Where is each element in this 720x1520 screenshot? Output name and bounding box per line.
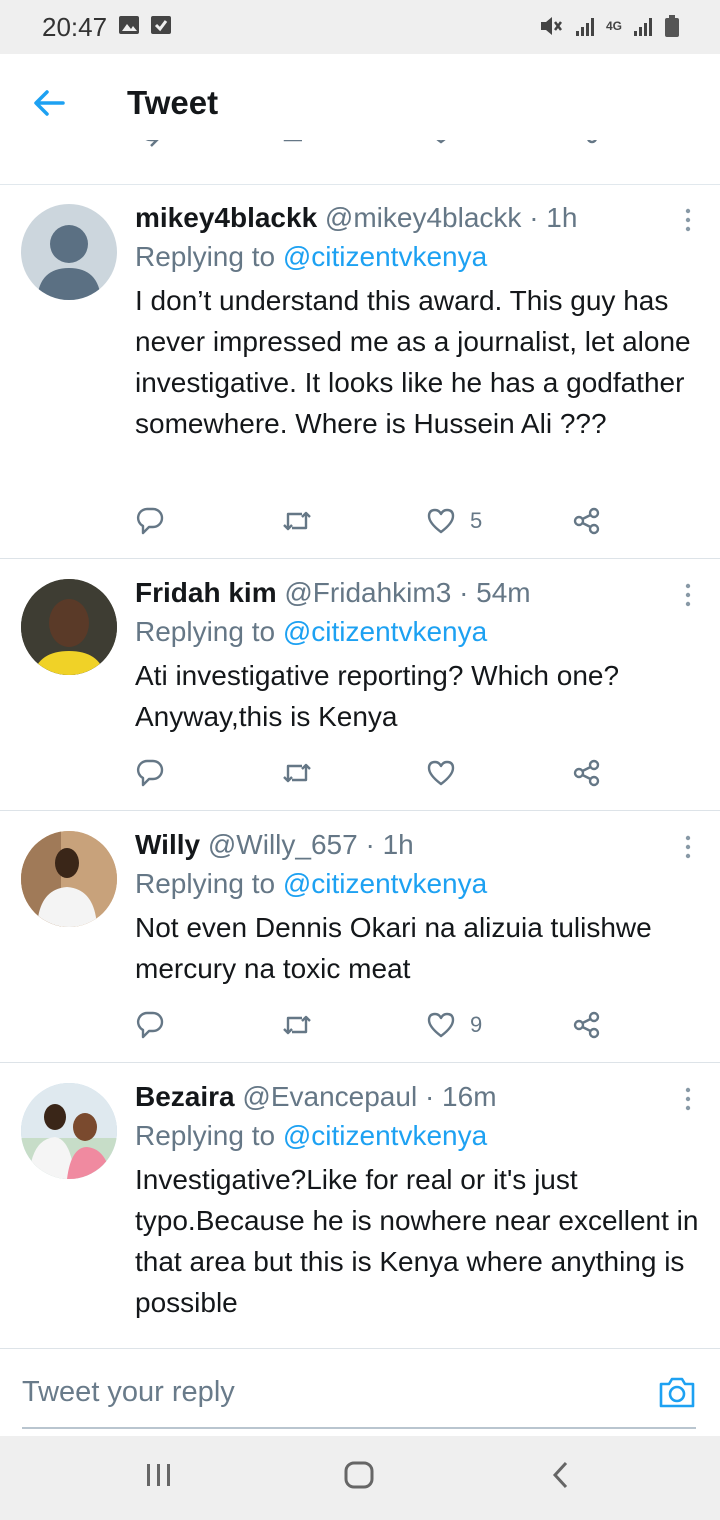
reply-icon[interactable]: [135, 1010, 165, 1040]
share-icon[interactable]: [572, 758, 602, 788]
retweet-icon[interactable]: [280, 758, 314, 788]
status-time: 20:47: [42, 12, 108, 42]
tweet-actions: 9: [135, 1010, 615, 1044]
avatar-fridah[interactable]: [21, 579, 117, 675]
replying-to: Replying to @citizentvkenya: [135, 863, 705, 905]
replying-to: Replying to @citizentvkenya: [135, 1115, 705, 1157]
author-name[interactable]: Bezaira: [135, 1081, 235, 1112]
author-name[interactable]: Willy: [135, 829, 200, 860]
share-icon[interactable]: [572, 506, 602, 536]
reply-composer[interactable]: Tweet your reply: [0, 1348, 720, 1437]
signal-icon: [575, 18, 594, 36]
system-nav-bar: [0, 1436, 720, 1520]
like-icon[interactable]: [426, 140, 456, 150]
replying-prefix: Replying to: [135, 1120, 276, 1151]
replying-to: Replying to @citizentvkenya: [135, 236, 705, 278]
author-handle[interactable]: @Willy_657: [208, 829, 358, 860]
app-header: Tweet: [0, 54, 720, 154]
back-arrow-icon[interactable]: [32, 88, 66, 118]
author-name[interactable]: Fridah kim: [135, 577, 277, 608]
profile-photo: [21, 831, 117, 927]
page-title: Tweet: [127, 84, 219, 121]
reply-handle-link[interactable]: @citizentvkenya: [283, 1120, 487, 1151]
default-avatar-icon: [37, 225, 101, 300]
more-icon[interactable]: [684, 583, 692, 607]
reply-icon[interactable]: [135, 140, 167, 150]
author-handle[interactable]: @mikey4blackk: [325, 202, 521, 233]
check-notification-icon: [151, 16, 171, 34]
tweet-text: Ati investigative reporting? Which one? …: [135, 660, 620, 732]
replying-prefix: Replying to: [135, 868, 276, 899]
more-icon[interactable]: [684, 835, 692, 859]
status-bar: 20:47 4G: [0, 0, 720, 54]
input-underline: [22, 1427, 696, 1429]
reply-handle-link[interactable]: @citizentvkenya: [283, 616, 487, 647]
tweet-4[interactable]: Bezaira @Evancepaul · 16m Replying to @c…: [0, 1063, 720, 1347]
share-icon[interactable]: [572, 1010, 602, 1040]
tweet-actions: 5: [135, 506, 615, 540]
battery-icon: [665, 15, 679, 37]
tweet-header: Bezaira @Evancepaul · 16m: [135, 1079, 705, 1115]
tweet-text: Investigative?Like for real or it's just…: [135, 1164, 699, 1318]
recents-icon[interactable]: [144, 1460, 174, 1490]
avatar-willy[interactable]: [21, 831, 117, 927]
like-count: 9: [470, 1012, 483, 1037]
tweet-time: · 16m: [424, 1081, 497, 1112]
mute-icon: [540, 17, 562, 35]
like-icon[interactable]: [426, 1010, 456, 1040]
signal-icon-2: [634, 18, 652, 36]
tweet-text: I don’t understand this award. This guy …: [135, 285, 691, 439]
tweet-header: mikey4blackk @mikey4blackk · 1h: [135, 200, 705, 236]
tweet-header: Willy @Willy_657 · 1h: [135, 827, 705, 863]
retweet-icon[interactable]: [280, 140, 314, 150]
retweet-icon[interactable]: [280, 1010, 314, 1040]
replying-prefix: Replying to: [135, 241, 276, 272]
tweet-actions: [135, 758, 615, 792]
back-icon[interactable]: [550, 1460, 572, 1490]
reply-handle-link[interactable]: @citizentvkenya: [283, 868, 487, 899]
author-name[interactable]: mikey4blackk: [135, 202, 317, 233]
avatar-bezaira[interactable]: [21, 1083, 117, 1179]
reply-icon[interactable]: [135, 506, 165, 536]
like-icon[interactable]: [426, 758, 456, 788]
like-icon[interactable]: [426, 506, 456, 536]
tweet-time: · 1h: [529, 202, 578, 233]
profile-photo: [21, 1083, 117, 1179]
tweet-1[interactable]: mikey4blackk @mikey4blackk · 1h Replying…: [0, 184, 720, 559]
profile-photo: [21, 579, 117, 675]
share-icon[interactable]: [576, 140, 598, 152]
camera-icon[interactable]: [658, 1375, 696, 1409]
author-handle[interactable]: @Fridahkim3: [284, 577, 451, 608]
retweet-icon[interactable]: [280, 506, 314, 536]
author-handle[interactable]: @Evancepaul: [242, 1081, 417, 1112]
reply-icon[interactable]: [135, 758, 165, 788]
more-icon[interactable]: [684, 1087, 692, 1111]
tweet-time: · 54m: [459, 577, 531, 608]
tweet-header: Fridah kim @Fridahkim3 · 54m: [135, 575, 705, 611]
reply-handle-link[interactable]: @citizentvkenya: [283, 241, 487, 272]
avatar-default[interactable]: [21, 204, 117, 300]
tweet-text: Not even Dennis Okari na alizuia tulishw…: [135, 912, 652, 984]
tweet-time: · 1h: [365, 829, 414, 860]
replying-to: Replying to @citizentvkenya: [135, 611, 705, 653]
like-count: 5: [470, 508, 483, 533]
more-icon[interactable]: [684, 208, 692, 232]
tweet-3[interactable]: Willy @Willy_657 · 1h Replying to @citiz…: [0, 811, 720, 1063]
reply-input[interactable]: Tweet your reply: [22, 1376, 235, 1409]
previous-tweet-actions: [0, 140, 720, 185]
gallery-notification-icon: [119, 16, 139, 34]
tweet-2[interactable]: Fridah kim @Fridahkim3 · 54m Replying to…: [0, 559, 720, 811]
replying-prefix: Replying to: [135, 616, 276, 647]
home-icon[interactable]: [343, 1460, 375, 1490]
network-type: 4G: [605, 19, 622, 33]
